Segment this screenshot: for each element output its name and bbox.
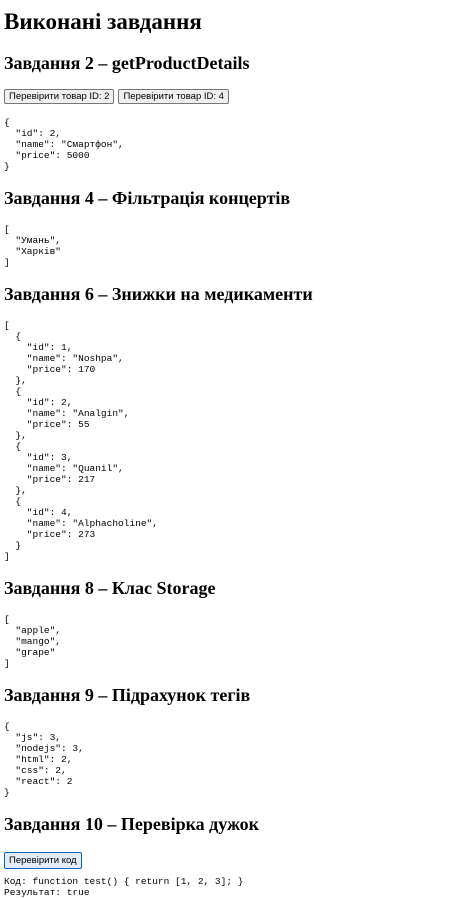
task9-section: Завдання 9 – Підрахунок тегів { "js": 3,… <box>4 684 460 798</box>
page-title: Виконані завдання <box>4 9 202 34</box>
task8-heading: Завдання 8 – Клас Storage <box>4 578 216 598</box>
task2-button-row: Перевірити товар ID: 2 Перевірити товар … <box>4 89 460 104</box>
task8-section: Завдання 8 – Клас Storage [ "apple", "ma… <box>4 577 460 669</box>
task2-output: { "id": 2, "name": "Смартфон", "price": … <box>4 117 124 172</box>
task6-section: Завдання 6 – Знижки на медикаменти [ { "… <box>4 283 460 562</box>
task2-section: Завдання 2 – getProductDetails Перевірит… <box>4 52 460 172</box>
task9-heading: Завдання 9 – Підрахунок тегів <box>4 685 251 705</box>
check-product-2-button[interactable]: Перевірити товар ID: 2 <box>4 89 115 104</box>
task4-heading: Завдання 4 – Фільтрація концертів <box>4 188 291 208</box>
task4-section: Завдання 4 – Фільтрація концертів [ "Ума… <box>4 187 460 268</box>
page: Виконані завдання Завдання 2 – getProduc… <box>0 0 464 898</box>
check-product-4-button[interactable]: Перевірити товар ID: 4 <box>118 89 229 104</box>
task6-output: [ { "id": 1, "name": "Noshpa", "price": … <box>4 320 158 562</box>
task10-heading: Завдання 10 – Перевірка дужок <box>4 814 260 834</box>
task9-output: { "js": 3, "nodejs": 3, "html": 2, "css"… <box>4 721 84 798</box>
task8-output: [ "apple", "mango", "grape" ] <box>4 614 62 669</box>
task6-heading: Завдання 6 – Знижки на медикаменти <box>4 284 313 304</box>
task10-code-line: Код: function test() { return [1, 2, 3];… <box>4 876 244 887</box>
task4-output: [ "Умань", "Харків" ] <box>4 224 62 268</box>
task2-heading: Завдання 2 – getProductDetails <box>4 53 250 73</box>
task10-result-line: Результат: true <box>4 887 90 898</box>
check-code-button[interactable]: Перевірити код <box>4 852 82 869</box>
task10-button-row: Перевірити код <box>4 850 460 869</box>
task10-section: Завдання 10 – Перевірка дужок Перевірити… <box>4 813 460 898</box>
